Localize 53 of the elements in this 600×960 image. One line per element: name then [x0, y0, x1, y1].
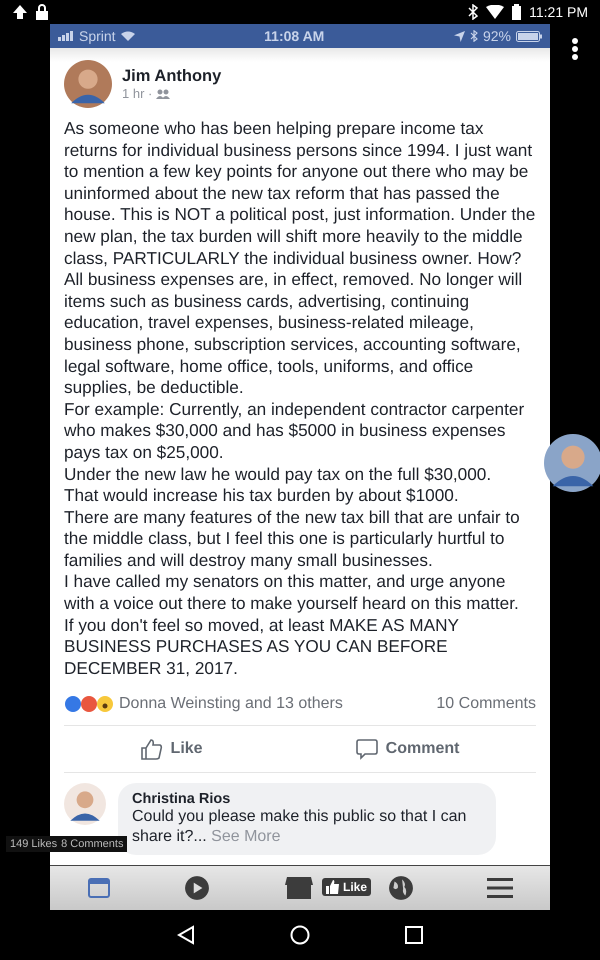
post-text: For example: Currently, an independent contractor carpenter who makes $30,000 and has $5000 in business expenses pays tax on $25,000.	[64, 398, 526, 464]
recents-button[interactable]	[405, 926, 423, 944]
store-icon	[284, 877, 314, 899]
commenter-avatar	[64, 783, 106, 826]
likes-count: 149 Likes	[10, 838, 58, 850]
wifi-icon	[120, 31, 135, 41]
like-button[interactable]: Like	[132, 734, 211, 764]
chat-head-avatar	[544, 434, 600, 492]
bluetooth-icon	[470, 30, 478, 42]
back-button[interactable]	[177, 925, 195, 945]
back-icon	[177, 925, 195, 945]
bluetooth-icon	[468, 4, 478, 20]
author-avatar	[64, 60, 112, 108]
comment-text: Could you please make this public so that I can share it?... See More	[132, 807, 468, 848]
thumbs-up-icon	[326, 880, 340, 894]
home-icon	[290, 925, 310, 945]
post-text: If you don't feel so moved, at least MAKE AS MANY BUSINESS PURCHASES AS YOU CAN BEFORE DECEMBER 31, 2017.	[64, 614, 460, 680]
reactions-summary[interactable]: Donna Weinsting and 13 others	[119, 695, 343, 714]
location-icon	[454, 30, 465, 42]
news-feed-icon	[86, 876, 111, 900]
comment-button[interactable]: Comment	[348, 734, 468, 764]
globe-icon	[388, 875, 414, 901]
lock-icon	[36, 4, 48, 20]
carrier-name: Sprint	[79, 28, 116, 44]
speech-bubble-icon	[356, 738, 378, 760]
signal-icon	[58, 31, 74, 41]
phone-clock: 11:08 AM	[264, 28, 324, 44]
comments-count[interactable]: 10 Comments	[436, 695, 536, 714]
post-time: 1 hr ·	[122, 86, 152, 101]
post-text: Under the new law he would pay tax on the full $30,000.	[64, 464, 492, 486]
post-text: As someone who has been helping prepare income tax returns for individual business persons since 1994. I just want to mention a few key points for anyone out there who may be uninformed about the new tax reform that has passed the house. This is NOT a political post, just information. Under the new plan, the tax burden will shift more heavily to the middle class, PARTICULARLY the individual business owner. How? All business expenses are, in effect, removed. No longer will items such as business cards, advertising, continuing education, travel expenses, business-related mileage, business phone, subscription services, accounting software, legal software, home office, tools, uniforms, and office supplies, be deductible.	[64, 118, 536, 399]
clock: 11:21 PM	[529, 4, 588, 20]
home-button[interactable]	[290, 925, 310, 945]
upload-icon	[12, 4, 28, 20]
wifi-icon	[486, 5, 504, 19]
menu-icon	[487, 877, 514, 899]
more-icon[interactable]	[572, 38, 578, 60]
recents-icon	[405, 926, 423, 944]
battery-icon	[516, 30, 542, 42]
play-icon	[184, 875, 210, 901]
battery-percent: 92%	[482, 28, 511, 44]
commenter-name[interactable]: Christina Rios	[132, 791, 482, 808]
reaction-icons	[64, 695, 114, 714]
comments-total: 8 Comments	[61, 838, 124, 850]
author-name[interactable]: Jim Anthony	[122, 67, 222, 86]
battery-icon	[512, 4, 522, 20]
post-text: That would increase his tax burden by about $1000.	[64, 485, 460, 507]
tab-button[interactable]	[485, 875, 516, 901]
post-text: There are many features of the new tax bill that are unfair to the middle class, but I feel this one is particularly hurtful to families and will destroy many small businesses.	[64, 506, 521, 572]
like-overlay-button[interactable]: Like	[322, 878, 372, 896]
post-text: I have called my senators on this matter, and urge anyone with a voice out there to make yourself heard on this matter.	[64, 571, 520, 615]
thumbs-up-icon	[140, 738, 163, 760]
friends-icon	[156, 88, 170, 98]
